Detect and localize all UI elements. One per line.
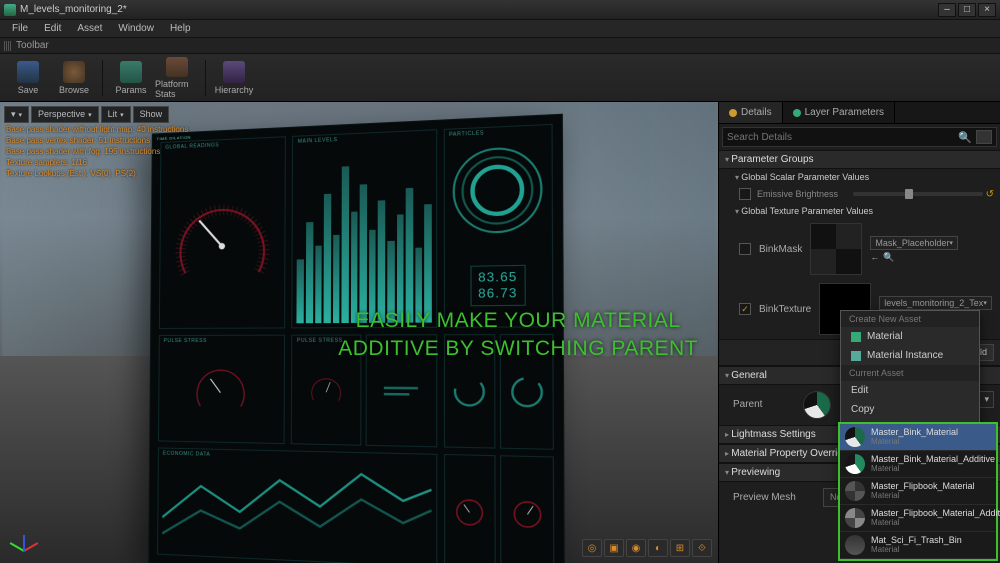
context-item-edit[interactable]: Edit <box>841 381 979 400</box>
reset-icon[interactable]: ↺ <box>986 189 994 200</box>
emissive-label: Emissive Brightness <box>757 189 847 199</box>
emissive-checkbox[interactable] <box>739 188 751 200</box>
context-item-copy[interactable]: Copy <box>841 400 979 419</box>
parent-material-thumbnail[interactable] <box>803 391 831 419</box>
asset-row[interactable]: Master_Bink_MaterialMaterial <box>840 424 996 451</box>
browse-icon <box>63 61 85 83</box>
asset-row[interactable]: Master_Flipbook_Material_AdditiveMateria… <box>840 505 996 532</box>
window-title: M_levels_monitoring_2* <box>20 4 936 15</box>
context-menu-group: Current Asset <box>841 365 979 381</box>
binktexture-dropdown[interactable]: levels_monitoring_2_Tex <box>879 296 992 310</box>
lit-dropdown[interactable]: Lit <box>101 106 131 123</box>
asset-picker-list: Master_Bink_MaterialMaterial Master_Bink… <box>838 422 998 561</box>
search-input[interactable] <box>727 132 954 143</box>
search-icon[interactable]: 🔍 <box>958 131 972 144</box>
save-icon <box>17 61 39 83</box>
platform-icon <box>166 57 188 77</box>
binkmask-label: BinkMask <box>759 244 802 255</box>
toolbar-label: Toolbar <box>16 40 49 51</box>
tutorial-overlay-text: EASILY MAKE YOUR MATERIAL ADDITIVE BY SW… <box>338 307 698 363</box>
viewport-primitive-button[interactable]: ◎ <box>582 539 602 557</box>
layers-tab-icon <box>793 109 801 117</box>
section-global-texture[interactable]: Global Texture Parameter Values <box>719 203 1000 219</box>
details-tab-icon <box>729 109 737 117</box>
material-sphere-icon <box>845 481 865 501</box>
tab-details[interactable]: Details <box>719 102 783 123</box>
toolbar-grip-icon[interactable] <box>4 41 12 51</box>
viewport-primitive-button[interactable]: ◐ <box>648 539 668 557</box>
binktexture-checkbox[interactable] <box>739 303 751 315</box>
menu-edit[interactable]: Edit <box>36 21 69 36</box>
asset-row[interactable]: Master_Flipbook_MaterialMaterial <box>840 478 996 505</box>
menu-asset[interactable]: Asset <box>69 21 110 36</box>
context-item-material[interactable]: Material <box>841 327 979 346</box>
axis-gizmo-icon <box>8 525 38 555</box>
use-asset-icon[interactable]: ← <box>870 252 879 263</box>
minimize-button[interactable]: – <box>938 3 956 17</box>
asset-row[interactable]: Mat_Sci_Fi_Trash_BinMaterial <box>840 532 996 559</box>
material-sphere-icon <box>845 454 865 474</box>
material-sphere-icon <box>845 508 865 528</box>
context-item-material-instance[interactable]: Material Instance <box>841 346 979 365</box>
menu-bar: File Edit Asset Window Help <box>0 20 1000 38</box>
browse-button[interactable]: Browse <box>52 57 96 99</box>
platform-stats-button[interactable]: Platform Stats <box>155 57 199 99</box>
close-button[interactable]: × <box>978 3 996 17</box>
emissive-slider[interactable] <box>853 192 983 196</box>
viewport-primitive-button[interactable]: ⟐ <box>692 539 712 557</box>
toolbar-separator <box>205 60 206 96</box>
hierarchy-icon <box>223 61 245 83</box>
toolbar-separator <box>102 60 103 96</box>
material-icon <box>851 332 861 342</box>
viewport-primitive-button[interactable]: ◉ <box>626 539 646 557</box>
section-global-scalar[interactable]: Global Scalar Parameter Values <box>719 169 1000 185</box>
preview-mesh-label: Preview Mesh <box>733 492 813 503</box>
material-instance-icon <box>851 351 861 361</box>
binkmask-thumbnail[interactable] <box>810 223 862 275</box>
material-viewport[interactable]: ▾ Perspective Lit Show Base pass shader … <box>0 102 718 563</box>
viewport-primitive-button[interactable]: ▣ <box>604 539 624 557</box>
binkmask-dropdown[interactable]: Mask_Placeholder <box>870 236 958 250</box>
viewport-primitive-button[interactable]: ⊞ <box>670 539 690 557</box>
params-icon <box>120 61 142 83</box>
document-icon <box>4 4 16 16</box>
viewport-options-dropdown[interactable]: ▾ <box>4 106 29 123</box>
material-sphere-icon <box>845 535 865 555</box>
menu-file[interactable]: File <box>4 21 36 36</box>
parent-label: Parent <box>733 391 793 410</box>
menu-help[interactable]: Help <box>162 21 199 36</box>
binktexture-label: BinkTexture <box>759 304 811 315</box>
shader-stats: Base pass shader without light map: 40 i… <box>6 124 188 179</box>
tab-layer-parameters[interactable]: Layer Parameters <box>783 102 895 123</box>
browse-asset-icon[interactable]: 🔍 <box>883 252 894 263</box>
perspective-dropdown[interactable]: Perspective <box>31 106 99 123</box>
maximize-button[interactable]: □ <box>958 3 976 17</box>
menu-window[interactable]: Window <box>110 21 162 36</box>
asset-row[interactable]: Master_Bink_Material_AdditiveMaterial <box>840 451 996 478</box>
binkmask-checkbox[interactable] <box>739 243 751 255</box>
view-options-button[interactable] <box>976 130 992 144</box>
show-dropdown[interactable]: Show <box>133 106 170 123</box>
section-parameter-groups[interactable]: Parameter Groups <box>719 150 1000 169</box>
material-sphere-icon <box>845 427 865 447</box>
context-menu-group: Create New Asset <box>841 311 979 327</box>
main-toolbar: Save Browse Params Platform Stats Hierar… <box>0 54 1000 102</box>
params-button[interactable]: Params <box>109 57 153 99</box>
save-button[interactable]: Save <box>6 57 50 99</box>
hierarchy-button[interactable]: Hierarchy <box>212 57 256 99</box>
